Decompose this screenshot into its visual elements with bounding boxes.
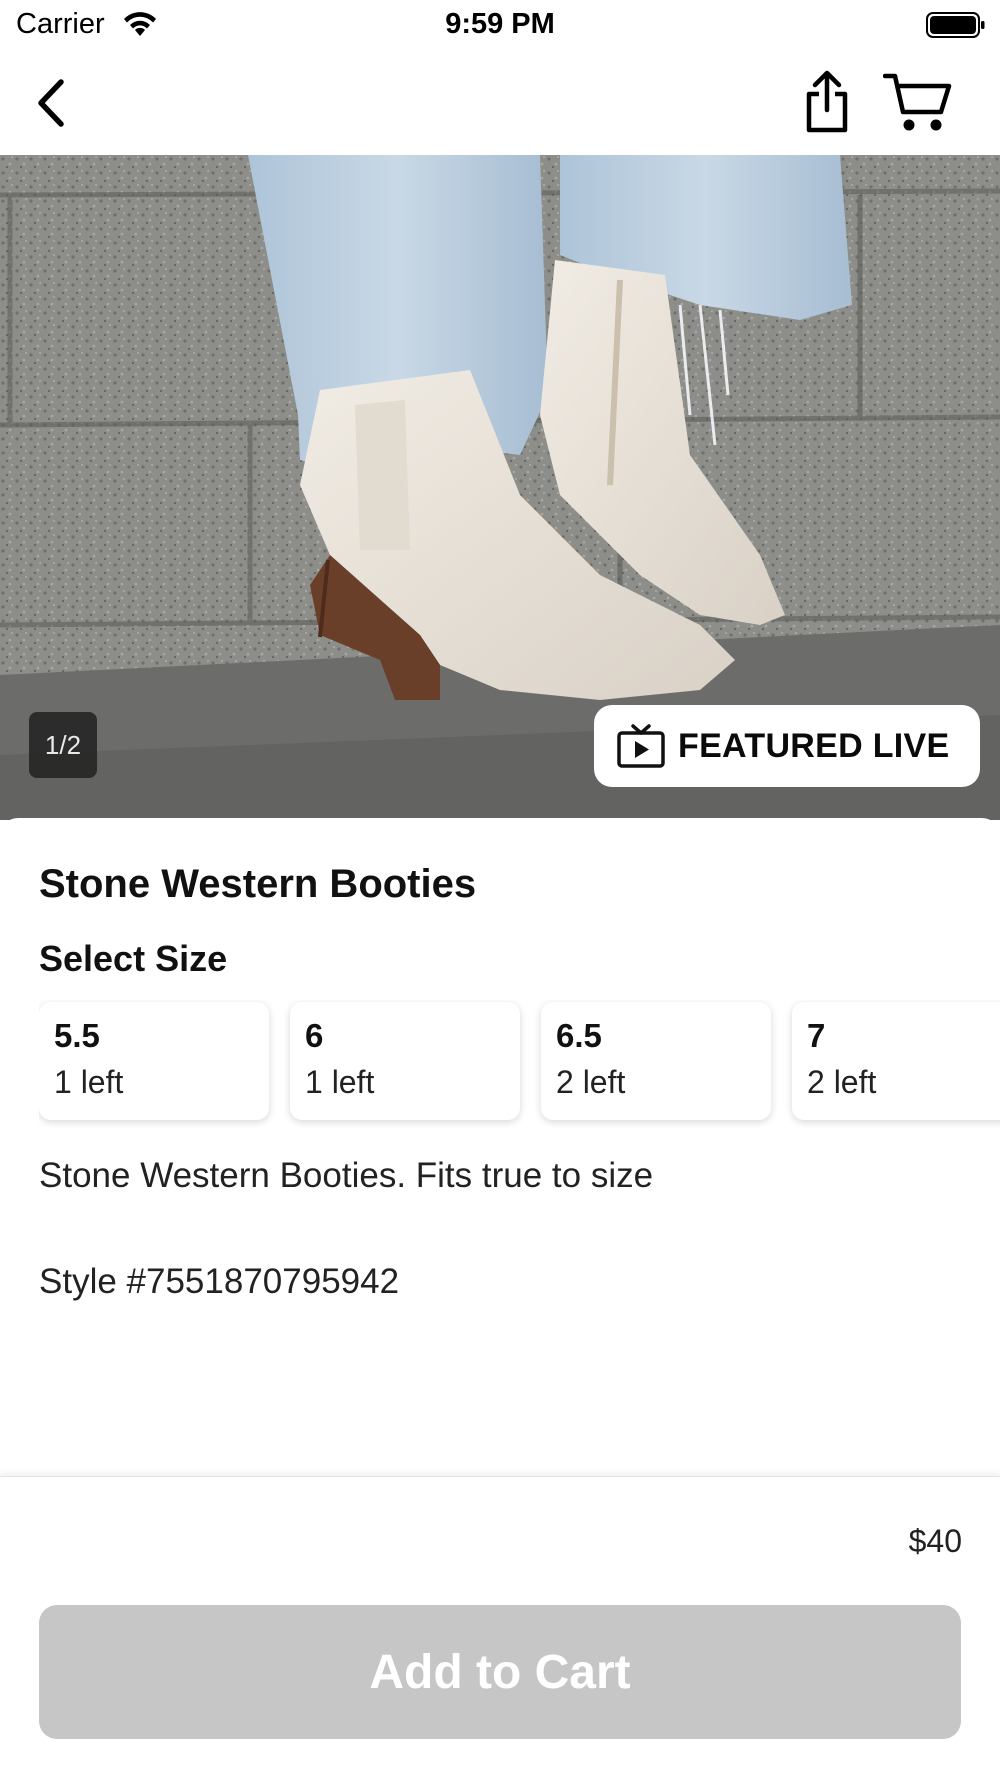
share-icon (806, 70, 848, 133)
size-selector[interactable]: 5.5 1 left 6 1 left 6.5 2 left 7 2 left (39, 1000, 1000, 1130)
featured-live-label: FEATURED LIVE (678, 726, 950, 765)
purchase-footer: $40 Add to Cart (0, 1476, 1000, 1778)
featured-live-badge[interactable]: FEATURED LIVE (594, 705, 980, 787)
status-bar: Carrier 9:59 PM (0, 0, 1000, 52)
product-info-sheet: Stone Western Booties Select Size 5.5 1 … (0, 818, 1000, 1478)
chevron-left-icon (38, 79, 64, 127)
size-value: 5.5 (54, 1017, 100, 1054)
share-button[interactable] (796, 66, 858, 138)
cart-icon (883, 73, 952, 131)
size-option-5-5[interactable]: 5.5 1 left (39, 1002, 269, 1120)
size-value: 6.5 (556, 1017, 602, 1054)
product-title: Stone Western Booties (39, 862, 477, 906)
image-page-indicator: 1/2 (29, 712, 97, 778)
product-description: Stone Western Booties. Fits true to size (39, 1156, 654, 1195)
style-number: Style #7551870795942 (39, 1262, 400, 1301)
status-time: 9:59 PM (445, 8, 555, 40)
add-to-cart-button[interactable]: Add to Cart (39, 1605, 961, 1739)
nav-bar (0, 52, 1000, 155)
back-button[interactable] (20, 72, 80, 134)
size-option-7[interactable]: 7 2 left (792, 1002, 1000, 1120)
size-value: 7 (807, 1017, 826, 1054)
size-stock: 2 left (807, 1064, 877, 1100)
tv-play-icon (617, 724, 665, 768)
size-option-6-5[interactable]: 6.5 2 left (541, 1002, 771, 1120)
size-stock: 2 left (556, 1064, 626, 1100)
size-stock: 1 left (305, 1064, 375, 1100)
size-value: 6 (305, 1017, 324, 1054)
size-stock: 1 left (54, 1064, 124, 1100)
product-image-gallery[interactable]: 1/2 FEATURED LIVE (0, 155, 1000, 820)
select-size-label: Select Size (39, 938, 228, 979)
size-option-6[interactable]: 6 1 left (290, 1002, 520, 1120)
battery-icon (926, 12, 985, 38)
product-price: $40 (908, 1523, 962, 1559)
cart-button[interactable] (880, 68, 956, 138)
product-detail-screen: Carrier 9:59 PM 1/2 FEATURED LIVE Stone … (0, 0, 1000, 1778)
